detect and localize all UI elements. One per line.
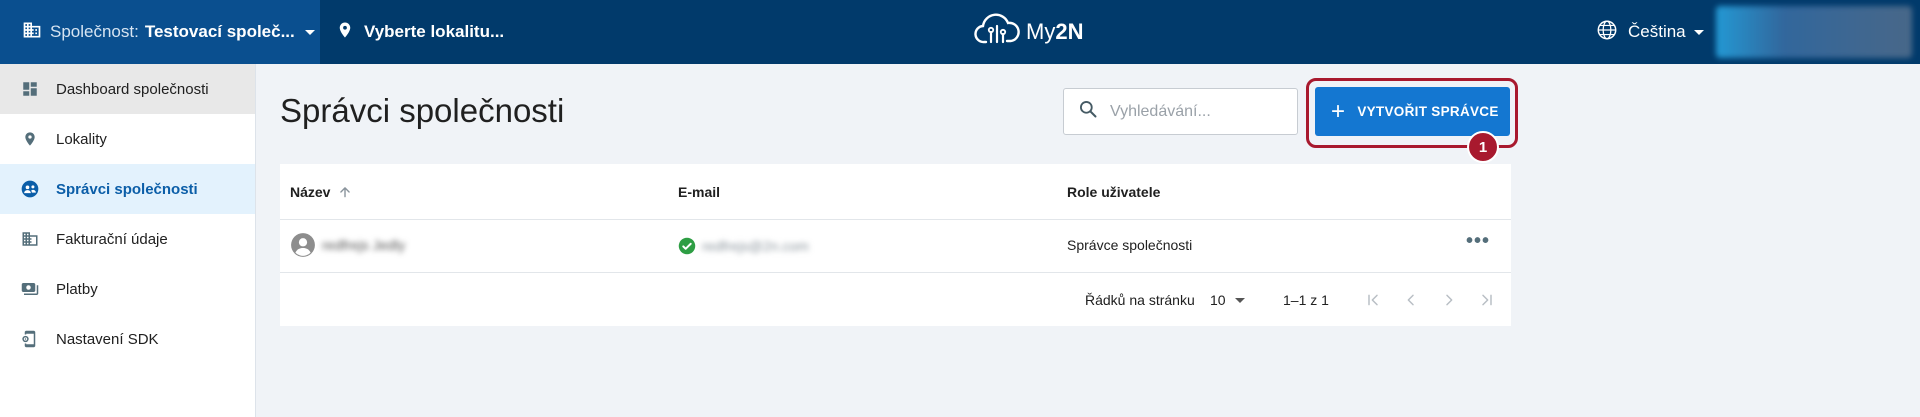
sidebar-item-label: Správci společnosti: [56, 180, 198, 198]
sidebar-item-admins[interactable]: Správci společnosti: [0, 164, 255, 214]
chevron-down-icon: [1693, 29, 1704, 35]
building-icon: [22, 20, 42, 45]
rows-per-page-value: 10: [1210, 292, 1226, 308]
search-box[interactable]: [1063, 88, 1298, 135]
rows-per-page-label: Řádků na stránku: [1085, 292, 1195, 308]
column-header-role[interactable]: Role uživatele: [1067, 184, 1160, 200]
sidebar-item-sdk-settings[interactable]: Nastavení SDK: [0, 314, 255, 364]
site-selector[interactable]: Vyberte lokalitu...: [336, 0, 504, 64]
sort-arrow-up-icon: [338, 185, 352, 199]
column-header-label: Název: [290, 184, 331, 200]
sidebar-item-sites[interactable]: Lokality: [0, 114, 255, 164]
location-pin-icon: [336, 20, 354, 45]
admins-icon: [20, 179, 40, 199]
sidebar-item-dashboard[interactable]: Dashboard společnosti: [0, 64, 255, 114]
plus-icon: +: [1331, 97, 1346, 125]
company-label: Společnost:: [50, 22, 139, 41]
last-page-icon[interactable]: [1476, 289, 1498, 311]
sidebar-item-payments[interactable]: Platby: [0, 264, 255, 314]
rows-per-page-select[interactable]: 10: [1210, 292, 1245, 308]
more-options-icon[interactable]: •••: [1466, 230, 1490, 253]
step-badge: 1: [1467, 131, 1499, 163]
admin-email: redfrejs@2n.com: [702, 238, 809, 254]
create-admin-label: VYTVOŘIT SPRÁVCE: [1357, 104, 1499, 119]
logo-2n: 2N: [1055, 19, 1084, 44]
cell-role: Správce společnosti: [1067, 237, 1193, 253]
admins-table: Název E-mail Role uživatele redfrejs Jed…: [280, 164, 1511, 326]
company-selector[interactable]: Společnost: Testovací společ...: [0, 0, 320, 64]
sidebar-item-label: Lokality: [56, 130, 107, 148]
column-header-email[interactable]: E-mail: [678, 184, 720, 200]
next-page-icon[interactable]: [1438, 289, 1460, 311]
location-pin-icon: [20, 129, 40, 149]
sidebar-item-label: Nastavení SDK: [56, 330, 159, 348]
search-icon: [1078, 99, 1098, 124]
cell-email: redfrejs@2n.com: [678, 237, 809, 255]
cloud-logo-icon: [974, 12, 1020, 53]
admin-name: redfrejs Jedly: [322, 237, 406, 253]
sidebar-item-billing[interactable]: Fakturační údaje: [0, 214, 255, 264]
language-selector[interactable]: Čeština: [1596, 0, 1704, 64]
site-placeholder: Vyberte lokalitu...: [364, 22, 505, 41]
chevron-down-icon: [1234, 297, 1245, 303]
sidebar: Dashboard společnosti Lokality Správci s…: [0, 64, 256, 417]
my2n-logo[interactable]: My 2N: [974, 10, 1083, 54]
table-header: Název E-mail Role uživatele: [280, 164, 1511, 220]
sidebar-item-label: Dashboard společnosti: [56, 80, 209, 98]
previous-page-icon[interactable]: [1400, 289, 1422, 311]
avatar-icon: [290, 232, 316, 258]
top-bar: Společnost: Testovací společ... Vyberte …: [0, 0, 1920, 64]
company-value: Testovací společ...: [144, 22, 295, 41]
table-row[interactable]: redfrejs Jedly redfrejs@2n.com Správce s…: [280, 220, 1511, 273]
dashboard-icon: [20, 79, 40, 99]
first-page-icon[interactable]: [1362, 289, 1384, 311]
column-header-name[interactable]: Název: [290, 184, 352, 200]
page-title: Správci společnosti: [280, 92, 565, 129]
sidebar-item-label: Platby: [56, 280, 98, 298]
language-value: Čeština: [1628, 22, 1686, 41]
verified-check-icon: [678, 237, 696, 255]
table-pagination: Řádků na stránku 10 1–1 z 1: [280, 273, 1511, 326]
user-menu[interactable]: [1716, 6, 1912, 58]
payments-icon: [20, 279, 40, 299]
chevron-down-icon: [304, 29, 315, 35]
sidebar-item-label: Fakturační údaje: [56, 230, 168, 248]
pagination-range: 1–1 z 1: [1283, 292, 1329, 308]
logo-my: My: [1026, 19, 1056, 44]
search-input[interactable]: [1110, 102, 1280, 121]
building-icon: [20, 229, 40, 249]
sdk-settings-icon: [20, 329, 40, 349]
cell-name: redfrejs Jedly: [290, 232, 405, 258]
globe-icon: [1596, 19, 1618, 46]
create-admin-button[interactable]: + VYTVOŘIT SPRÁVCE: [1315, 87, 1510, 136]
